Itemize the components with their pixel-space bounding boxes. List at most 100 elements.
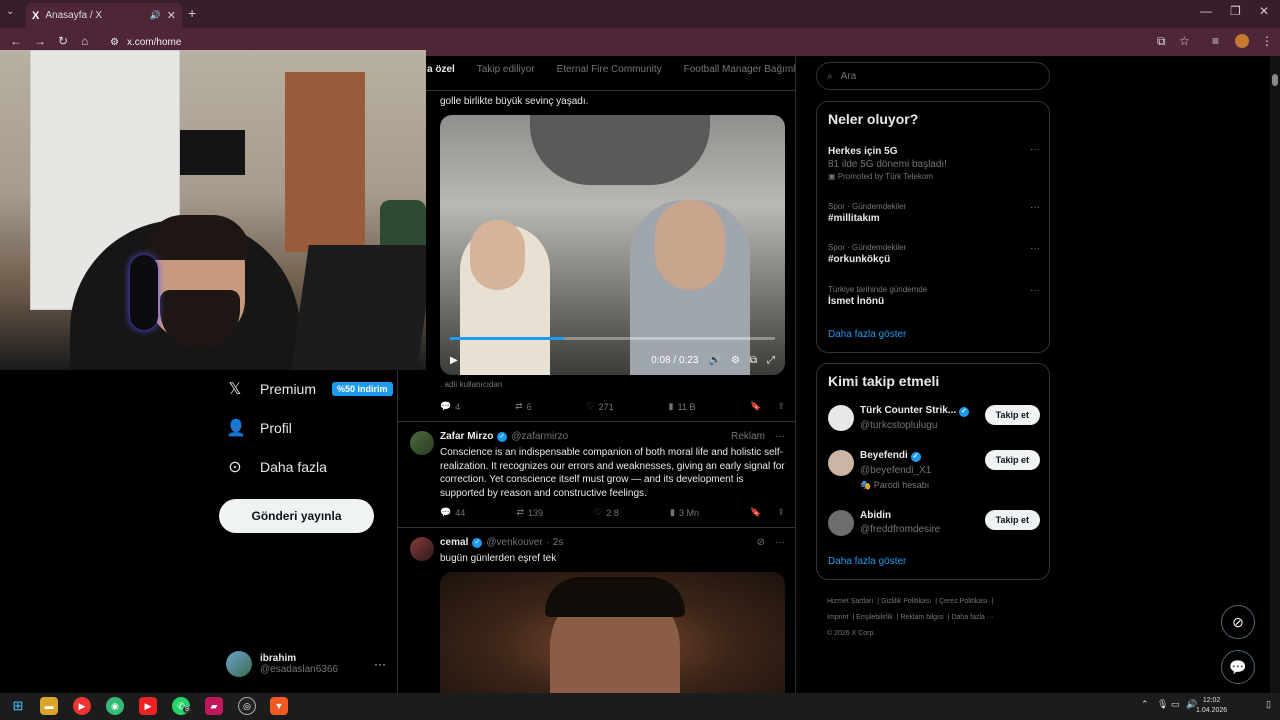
bookmark-button[interactable]: 🔖 ⇪ — [750, 401, 785, 412]
notifications-icon[interactable]: ▯ — [1266, 699, 1271, 710]
reply-button[interactable]: 💬 4 — [440, 401, 460, 412]
volume-icon[interactable]: 🔊 — [708, 355, 720, 366]
tweet-media[interactable] — [440, 572, 785, 693]
suggested-account[interactable]: Türk Counter Strik... ✓ @turkcstoplulugu… — [828, 405, 1040, 445]
share-icon[interactable]: ⇪ — [777, 507, 785, 518]
footer-link[interactable]: Erişilebilirlik — [856, 614, 893, 621]
back-icon[interactable]: ← — [10, 34, 22, 48]
share-icon[interactable]: ⇪ — [777, 401, 785, 412]
reply-button[interactable]: 💬 44 — [440, 507, 465, 518]
settings-icon[interactable]: ⚙ — [731, 355, 740, 366]
tweet-video[interactable]: ▶ 0:08 / 0:23 🔊 ⚙ ⧉ ⤢ — [440, 115, 785, 375]
more-options-icon[interactable]: ··· — [1030, 202, 1040, 213]
account-switcher[interactable]: ibrahim @esadaslan6366 ··· — [226, 648, 386, 680]
app-icon[interactable]: ▰ — [205, 697, 223, 715]
tab-eternal-fire[interactable]: Eternal Fire Community — [557, 64, 662, 88]
footer-link[interactable]: Hizmet Şartları — [827, 598, 873, 605]
nav-more[interactable]: ⊙ Daha fazla — [226, 457, 327, 477]
video-progress-bar[interactable] — [450, 337, 775, 340]
pip-icon[interactable]: ⧉ — [750, 355, 757, 366]
trend-item[interactable]: Spor · Gündemdekiler #millitakım ··· — [828, 202, 1040, 224]
fullscreen-icon[interactable]: ⤢ — [767, 355, 775, 366]
trend-item[interactable]: Herkes için 5G 81 ilde 5G dönemi başladı… — [828, 144, 1040, 181]
chrome-icon[interactable]: ◉ — [106, 697, 124, 715]
brave-icon[interactable]: ▼ — [270, 697, 288, 715]
tab-for-you[interactable]: a özel — [427, 64, 455, 88]
home-icon[interactable]: ⌂ — [81, 34, 88, 48]
follow-button[interactable]: Takip et — [984, 450, 1040, 470]
follow-button[interactable]: Takip et — [984, 510, 1040, 530]
reload-icon[interactable]: ↻ — [58, 34, 68, 48]
bookmark-button[interactable]: 🔖 ⇪ — [750, 507, 785, 518]
views-button[interactable]: ▮ 11 B — [669, 401, 696, 412]
grok-icon[interactable]: ⊘ — [1221, 605, 1255, 639]
close-tab-icon[interactable]: ✕ — [167, 9, 176, 22]
windows-start-icon[interactable]: ⊞ — [9, 697, 27, 715]
tab-football-manager[interactable]: Football Manager Bağımlı — [684, 64, 796, 88]
grok-icon[interactable]: ⊘ — [757, 537, 765, 548]
site-info-icon[interactable]: ⚙ — [110, 37, 119, 48]
like-button[interactable]: ♡ 2 8 — [594, 507, 619, 518]
obs-icon[interactable]: ◎ — [238, 697, 256, 715]
avatar[interactable] — [410, 431, 434, 455]
footer-link[interactable]: Imprint — [827, 614, 848, 621]
repost-button[interactable]: ⇄ 6 — [515, 401, 532, 412]
author-handle[interactable]: @zafarmirzo — [511, 431, 568, 442]
volume-icon[interactable]: 🔊 — [150, 10, 161, 21]
browser-tab[interactable]: X Anasayfa / X 🔊 ✕ — [26, 3, 182, 28]
post-button[interactable]: Gönderi yayınla — [219, 499, 374, 533]
file-explorer-icon[interactable]: ▬ — [40, 697, 58, 715]
scrollbar-thumb[interactable] — [1272, 74, 1278, 86]
microphone-icon[interactable]: 🎙 — [1157, 699, 1168, 710]
kebab-menu-icon[interactable]: ⋮ — [1261, 34, 1273, 48]
footer-link[interactable]: Gizlilik Politikası — [881, 598, 931, 605]
clock[interactable]: 12:02 1.04.2026 — [1196, 696, 1227, 716]
address-bar[interactable]: ⚙ x.com/home — [104, 32, 1204, 52]
profile-avatar-icon[interactable] — [1235, 34, 1249, 48]
star-icon[interactable]: ☆ — [1179, 34, 1190, 48]
more-options-icon[interactable]: ··· — [1030, 243, 1040, 254]
footer-link[interactable]: Daha fazla ··· — [951, 614, 993, 621]
more-options-icon[interactable]: ··· — [775, 537, 785, 548]
youtube-icon[interactable]: ▶ — [139, 697, 157, 715]
more-options-icon[interactable]: ··· — [1030, 285, 1040, 296]
follow-show-more[interactable]: Daha fazla göster — [828, 556, 906, 567]
more-options-icon[interactable]: ··· — [1030, 144, 1040, 155]
like-button[interactable]: ♡ 271 — [587, 401, 614, 412]
forward-icon[interactable]: → — [34, 34, 46, 48]
scrollbar[interactable] — [1270, 56, 1280, 693]
suggested-account[interactable]: Abidin @freddfromdesire Takip et — [828, 510, 1040, 550]
views-button[interactable]: ▮ 3 Mn — [670, 507, 699, 518]
tray-chevron-icon[interactable]: ⌃ — [1141, 699, 1149, 710]
author-name[interactable]: Zafar Mirzo — [440, 431, 493, 442]
tab-search-chevron-icon[interactable]: ⌄ — [6, 6, 14, 17]
install-icon[interactable]: ⧉ — [1157, 34, 1166, 49]
play-icon[interactable]: ▶ — [450, 355, 458, 366]
nav-premium[interactable]: 𝕏 Premium %50 indirim — [226, 379, 393, 399]
minimize-icon[interactable]: — — [1200, 4, 1212, 18]
follow-button[interactable]: Takip et — [984, 405, 1040, 425]
footer-link[interactable]: Reklam bilgisi — [901, 614, 944, 621]
suggested-account[interactable]: Beyefendi ✓ @beyefendi_X1 🎭 Parodi hesab… — [828, 450, 1040, 496]
tweet-time[interactable]: · 2s — [547, 537, 564, 548]
close-window-icon[interactable]: ✕ — [1259, 4, 1269, 18]
trend-item[interactable]: Spor · Gündemdekiler #orkunkökçü ··· — [828, 243, 1040, 265]
author-handle[interactable]: @venkouver — [486, 537, 542, 548]
repost-button[interactable]: ⇄ 139 — [516, 507, 543, 518]
tab-following[interactable]: Takip ediliyor — [477, 64, 535, 88]
footer-link[interactable]: Çerez Politikası — [939, 598, 988, 605]
nav-profile[interactable]: 👤 Profil — [226, 418, 292, 438]
trends-show-more[interactable]: Daha fazla göster — [828, 329, 906, 340]
media-player-icon[interactable]: ▶ — [73, 697, 91, 715]
more-options-icon[interactable]: ··· — [775, 431, 785, 442]
author-name[interactable]: cemal — [440, 537, 468, 548]
restore-icon[interactable]: ❐ — [1230, 4, 1241, 18]
network-icon[interactable]: ▭ — [1171, 699, 1180, 710]
trend-item[interactable]: Türkiye tarihinde gündemde İsmet İnönü ·… — [828, 285, 1040, 307]
messages-icon[interactable]: 💬 — [1221, 650, 1255, 684]
avatar[interactable] — [410, 537, 434, 561]
new-tab-plus-icon[interactable]: + — [188, 5, 196, 21]
more-options-icon[interactable]: ··· — [374, 657, 386, 671]
search-input[interactable]: ⌕ Ara — [816, 62, 1050, 90]
media-icon[interactable]: ≡ — [1212, 34, 1219, 48]
